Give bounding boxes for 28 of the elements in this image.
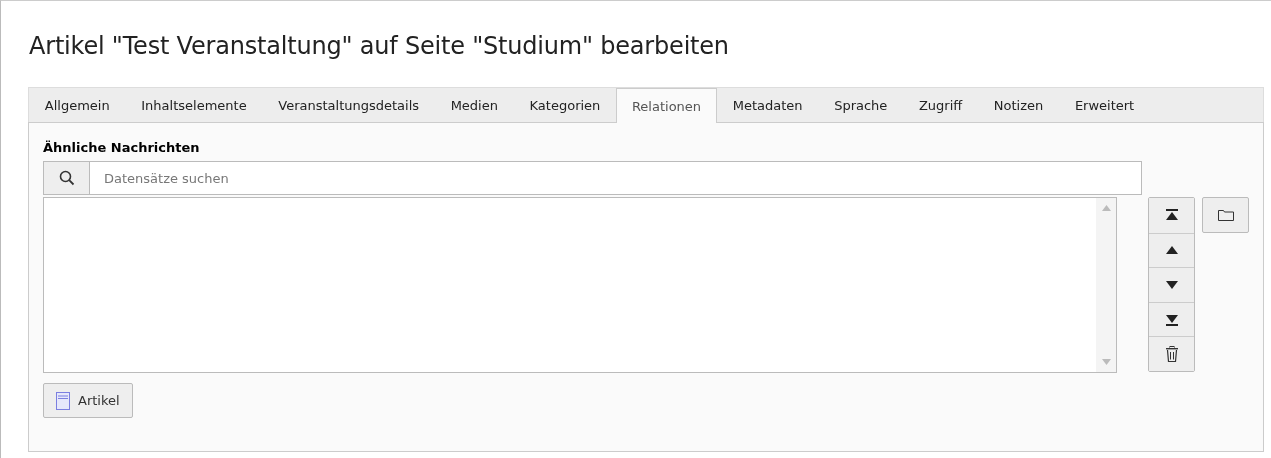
tab[interactable]: Notizen bbox=[978, 88, 1060, 122]
move-up-button[interactable] bbox=[1149, 232, 1195, 268]
trash-icon bbox=[1165, 346, 1178, 363]
page-title: Artikel "Test Veranstaltung" auf Seite "Studium" bearbeiten bbox=[29, 32, 730, 60]
add-record-button[interactable]: Artikel bbox=[43, 383, 133, 418]
down-icon bbox=[1165, 281, 1178, 289]
move-bottom-icon bbox=[1165, 313, 1178, 326]
move-top-icon bbox=[1165, 209, 1178, 222]
browse-button[interactable] bbox=[1202, 197, 1249, 233]
tab[interactable]: Metadaten bbox=[716, 88, 819, 122]
tab[interactable]: Inhaltselemente bbox=[125, 88, 263, 122]
move-top-button[interactable] bbox=[1149, 198, 1195, 233]
tab[interactable]: Veranstaltungsdetails bbox=[262, 88, 435, 122]
field-label: Ähnliche Nachrichten bbox=[43, 140, 201, 155]
tab[interactable]: Sprache bbox=[818, 88, 904, 122]
move-bottom-button[interactable] bbox=[1149, 301, 1195, 337]
tab[interactable]: Relationen bbox=[616, 88, 717, 123]
folder-icon bbox=[1217, 209, 1234, 221]
tab[interactable]: Allgemein bbox=[29, 88, 126, 122]
move-down-button[interactable] bbox=[1149, 267, 1195, 302]
search-icon bbox=[58, 170, 75, 186]
document-icon bbox=[56, 391, 70, 410]
tab[interactable]: Zugriff bbox=[903, 88, 979, 122]
tab[interactable]: Medien bbox=[434, 88, 514, 122]
tab[interactable]: Kategorien bbox=[513, 88, 617, 122]
delete-button[interactable] bbox=[1149, 336, 1195, 371]
tab[interactable]: Erweitert bbox=[1059, 88, 1150, 122]
up-icon bbox=[1165, 246, 1178, 255]
